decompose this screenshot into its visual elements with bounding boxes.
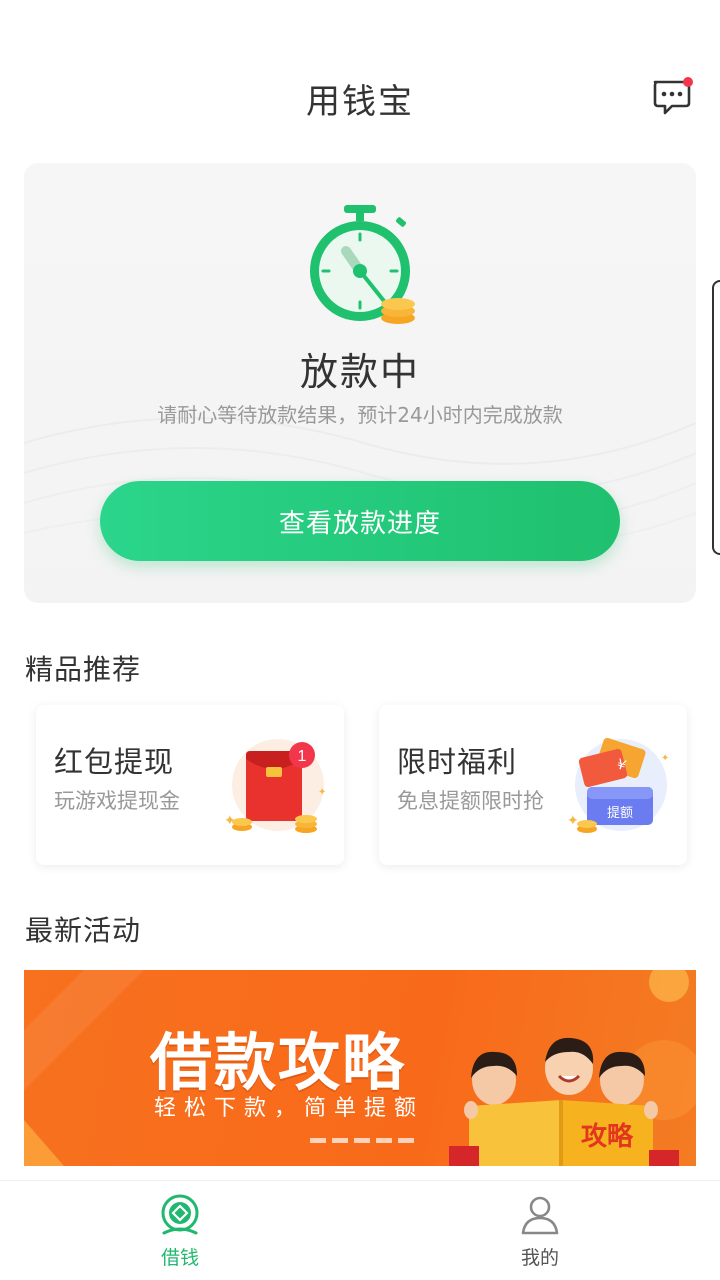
- promo-subtitle: 玩游戏提现金: [54, 789, 180, 813]
- loan-status-card: 放款中 请耐心等待放款结果，预计24小时内完成放款 查看放款进度: [24, 163, 696, 603]
- view-progress-button[interactable]: 查看放款进度: [100, 481, 620, 561]
- tab-label: 借钱: [160, 1247, 199, 1269]
- loan-icon: [161, 1194, 199, 1235]
- status-description: 请耐心等待放款结果，预计24小时内完成放款: [157, 403, 563, 427]
- activities-section-title: 最新活动: [25, 914, 142, 947]
- carousel-dot[interactable]: [310, 1138, 326, 1143]
- tab-borrow[interactable]: 借钱: [120, 1193, 240, 1273]
- carousel-dot[interactable]: [398, 1138, 414, 1143]
- promo-title: 红包提现: [54, 745, 175, 779]
- red-envelope-icon: 1 ✦ ✦: [224, 739, 326, 833]
- people-reading-book-illustration: 攻略: [449, 1037, 679, 1166]
- coupon-ticket-icon: ¥ 提额 ✦ ✦: [567, 737, 669, 833]
- promo-badge-count: 1: [298, 748, 307, 765]
- tab-label: 我的: [520, 1247, 559, 1269]
- svg-text:✦: ✦: [318, 787, 326, 798]
- status-title: 放款中: [299, 350, 420, 394]
- tab-mine[interactable]: 我的: [480, 1193, 600, 1273]
- message-button[interactable]: [650, 76, 693, 118]
- book-text: 攻略: [581, 1121, 634, 1152]
- promo-card-red-envelope[interactable]: 红包提现 玩游戏提现金 1 ✦ ✦: [36, 705, 344, 865]
- promo-title: 限时福利: [397, 745, 518, 779]
- bottom-tab-bar: 借钱 我的: [0, 1180, 720, 1280]
- banner-subtitle: 轻松下款，简单提额: [154, 1096, 425, 1121]
- scroll-edge-handle: [712, 280, 720, 555]
- svg-text:✦: ✦: [661, 753, 669, 764]
- page-title: 用钱宝: [306, 82, 414, 122]
- stopwatch-icon: [310, 205, 415, 324]
- carousel-indicator: [310, 1138, 414, 1143]
- recommend-section-title: 精品推荐: [25, 653, 142, 686]
- promo-card-limited-benefit[interactable]: 限时福利 免息提额限时抢 ¥ 提额 ✦ ✦: [379, 705, 687, 865]
- carousel-dot[interactable]: [376, 1138, 392, 1143]
- carousel-dot[interactable]: [332, 1138, 348, 1143]
- svg-text:✦: ✦: [224, 813, 236, 829]
- promo-subtitle: 免息提额限时抢: [397, 789, 544, 813]
- activity-banner[interactable]: 借款攻略 轻松下款，简单提额 攻略: [24, 970, 696, 1166]
- carousel-dot[interactable]: [354, 1138, 370, 1143]
- banner-title: 借款攻略: [150, 1026, 407, 1099]
- svg-text:✦: ✦: [567, 813, 579, 829]
- coupon-tag-text: 提额: [607, 805, 633, 821]
- user-icon: [521, 1196, 559, 1235]
- unread-dot: [683, 77, 693, 87]
- header: 用钱宝: [0, 60, 720, 140]
